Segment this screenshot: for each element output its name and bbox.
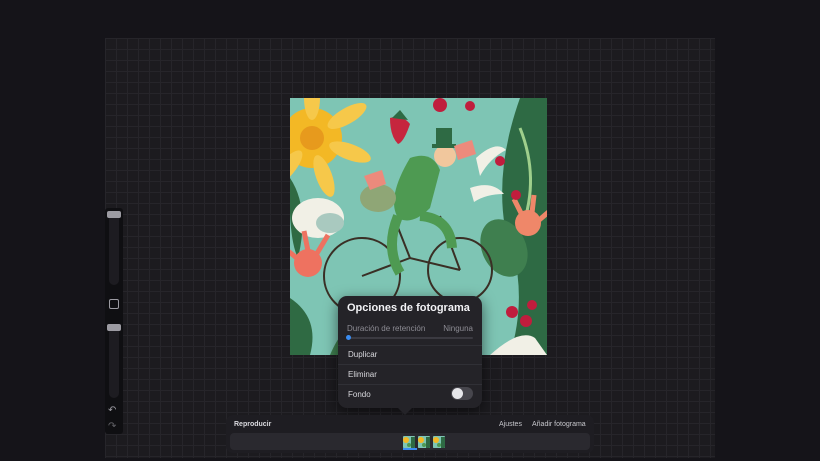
animation-timeline: Reproducir Ajustes Añadir fotograma bbox=[226, 415, 594, 453]
add-frame-button[interactable]: Añadir fotograma bbox=[532, 421, 586, 428]
frame-thumbnail[interactable] bbox=[418, 436, 430, 448]
hold-duration-thumb[interactable] bbox=[346, 335, 351, 340]
frame-thumbnail-image bbox=[418, 437, 430, 448]
play-button[interactable]: Reproducir bbox=[234, 421, 271, 428]
hold-duration-label: Duración de retención bbox=[347, 324, 426, 333]
frame-thumbnail-image bbox=[403, 437, 415, 448]
brush-size-thumb[interactable] bbox=[107, 211, 121, 218]
divider bbox=[338, 345, 482, 346]
selected-frame-indicator bbox=[403, 448, 417, 450]
toggle-knob bbox=[452, 388, 463, 399]
redo-icon[interactable]: ↷ bbox=[108, 422, 116, 432]
opacity-thumb[interactable] bbox=[107, 324, 121, 331]
popover-title: Opciones de fotograma bbox=[347, 302, 470, 314]
hold-duration-slider[interactable] bbox=[346, 335, 473, 340]
divider bbox=[338, 364, 482, 365]
background-label: Fondo bbox=[348, 390, 371, 399]
modify-button[interactable] bbox=[109, 299, 119, 309]
divider bbox=[338, 384, 482, 385]
opacity-slider[interactable] bbox=[107, 324, 121, 398]
sidebar: ↶ ↷ bbox=[105, 208, 123, 434]
frame-thumbnail-image bbox=[433, 437, 445, 448]
hold-duration-value: Ninguna bbox=[443, 324, 473, 333]
background-toggle[interactable] bbox=[451, 387, 473, 400]
undo-icon[interactable]: ↶ bbox=[108, 406, 116, 416]
frame-thumbnail[interactable] bbox=[403, 436, 415, 448]
duplicate-button[interactable]: Duplicar bbox=[348, 350, 377, 359]
frame-options-popover: Opciones de fotograma Duración de retenc… bbox=[338, 296, 482, 415]
settings-button[interactable]: Ajustes bbox=[499, 421, 522, 428]
delete-button[interactable]: Eliminar bbox=[348, 370, 377, 379]
brush-size-slider[interactable] bbox=[107, 211, 121, 285]
frame-thumbnail[interactable] bbox=[433, 436, 445, 448]
